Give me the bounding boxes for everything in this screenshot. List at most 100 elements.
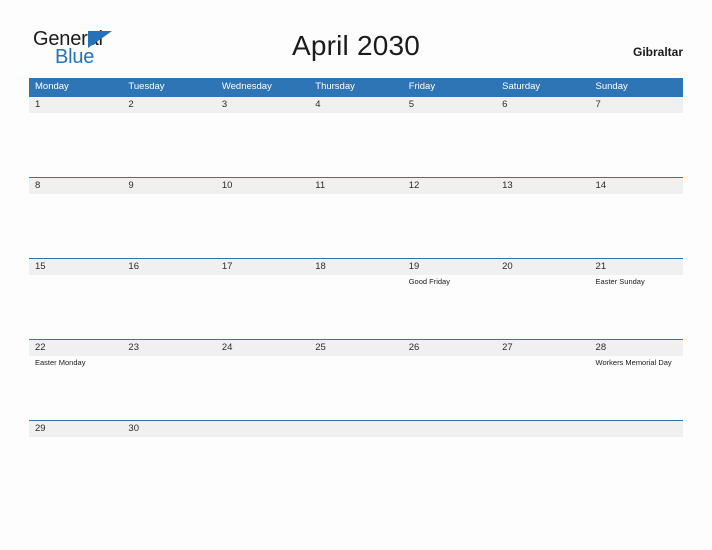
day-cell[interactable] <box>216 113 309 177</box>
day-number[interactable]: 14 <box>590 178 683 194</box>
day-cell[interactable] <box>29 437 122 459</box>
calendar-week-row: 15 16 17 18 19 20 21 Good Friday Easter Sunday <box>29 258 683 339</box>
weekday-header-row: Monday Tuesday Wednesday Thursday Friday Satu… <box>29 78 683 96</box>
day-number[interactable]: 26 <box>403 340 496 356</box>
day-cell[interactable]: Workers Memorial Day <box>590 356 683 420</box>
day-number[interactable]: 16 <box>122 259 215 275</box>
day-cell[interactable] <box>496 113 589 177</box>
day-cell[interactable] <box>496 356 589 420</box>
day-cell[interactable]: Good Friday <box>403 275 496 339</box>
day-number[interactable]: 21 <box>590 259 683 275</box>
weekday-header-sunday: Sunday <box>595 81 628 92</box>
day-number[interactable]: 28 <box>590 340 683 356</box>
day-cell[interactable] <box>309 275 402 339</box>
day-events-band <box>29 194 683 258</box>
day-number[interactable]: 25 <box>309 340 402 356</box>
weekday-header-monday: Monday <box>35 81 69 92</box>
day-cell <box>216 437 309 459</box>
country-label: Gibraltar <box>632 45 683 59</box>
day-number[interactable]: 29 <box>29 421 122 437</box>
day-number[interactable]: 24 <box>216 340 309 356</box>
calendar-page: General Blue April 2030 Gibraltar Monday… <box>0 0 712 550</box>
day-events-band: Easter Monday Workers Memorial Day <box>29 356 683 420</box>
day-number[interactable]: 17 <box>216 259 309 275</box>
day-cell[interactable] <box>403 194 496 258</box>
day-cell[interactable] <box>309 356 402 420</box>
calendar-weeks: 1 2 3 4 5 6 7 8 9 10 11 12 13 14 15 16 17 18 19 20 21 Good Fr… <box>29 96 683 459</box>
day-cell <box>403 437 496 459</box>
day-cell[interactable] <box>216 356 309 420</box>
calendar-grid: Monday Tuesday Wednesday Thursday Friday Satu… <box>29 78 683 459</box>
day-number[interactable]: 4 <box>309 97 402 113</box>
day-number-band: 1234567 <box>29 97 683 113</box>
day-number[interactable]: 11 <box>309 178 402 194</box>
holiday-event-label: Workers Memorial Day <box>595 358 672 367</box>
holiday-event-label: Easter Sunday <box>595 277 645 286</box>
day-cell[interactable] <box>29 113 122 177</box>
day-number-empty <box>309 421 402 437</box>
day-cell[interactable] <box>309 113 402 177</box>
day-cell <box>590 437 683 459</box>
day-number[interactable]: 27 <box>496 340 589 356</box>
day-number[interactable]: 10 <box>216 178 309 194</box>
day-cell[interactable] <box>590 113 683 177</box>
day-number[interactable]: 13 <box>496 178 589 194</box>
day-events-band <box>29 113 683 177</box>
day-cell[interactable]: Easter Sunday <box>590 275 683 339</box>
day-number-empty <box>216 421 309 437</box>
day-cell[interactable] <box>590 194 683 258</box>
day-cell[interactable] <box>29 275 122 339</box>
day-number-band: 29 30 <box>29 421 683 437</box>
day-cell <box>496 437 589 459</box>
day-number[interactable]: 6 <box>496 97 589 113</box>
day-events-band <box>29 437 683 459</box>
day-cell[interactable] <box>403 356 496 420</box>
day-cell[interactable] <box>122 275 215 339</box>
day-number[interactable]: 7 <box>590 97 683 113</box>
weekday-header-thursday: Thursday <box>315 81 355 92</box>
day-number-band: 8 9 10 11 12 13 14 <box>29 178 683 194</box>
day-cell[interactable] <box>122 437 215 459</box>
day-number[interactable]: 15 <box>29 259 122 275</box>
day-number-empty <box>590 421 683 437</box>
day-number[interactable]: 19 <box>403 259 496 275</box>
day-number[interactable]: 18 <box>309 259 402 275</box>
day-number-empty <box>403 421 496 437</box>
day-cell[interactable] <box>496 194 589 258</box>
day-number[interactable]: 22 <box>29 340 122 356</box>
weekday-header-saturday: Saturday <box>502 81 541 92</box>
day-number[interactable]: 9 <box>122 178 215 194</box>
day-number[interactable]: 1 <box>29 97 122 113</box>
day-number[interactable]: 8 <box>29 178 122 194</box>
day-number-empty <box>496 421 589 437</box>
day-cell[interactable] <box>122 194 215 258</box>
day-events-band: Good Friday Easter Sunday <box>29 275 683 339</box>
day-cell[interactable] <box>122 113 215 177</box>
day-cell[interactable] <box>309 194 402 258</box>
weekday-header-wednesday: Wednesday <box>221 81 272 92</box>
calendar-week-row: 1234567 <box>29 96 683 177</box>
day-cell[interactable] <box>216 194 309 258</box>
day-number-band: 15 16 17 18 19 20 21 <box>29 259 683 275</box>
page-title: April 2030 <box>291 30 421 61</box>
day-cell[interactable] <box>496 275 589 339</box>
page-header: General Blue April 2030 Gibraltar <box>0 0 712 78</box>
day-number[interactable]: 12 <box>403 178 496 194</box>
day-number[interactable]: 20 <box>496 259 589 275</box>
day-cell[interactable] <box>122 356 215 420</box>
day-number[interactable]: 30 <box>122 421 215 437</box>
day-number[interactable]: 3 <box>216 97 309 113</box>
day-number-band: 22 23 24 25 26 27 28 <box>29 340 683 356</box>
day-cell[interactable] <box>403 113 496 177</box>
weekday-header-tuesday: Tuesday <box>128 81 165 92</box>
calendar-week-row: 22 23 24 25 26 27 28 Easter Monday Workers Memor… <box>29 339 683 420</box>
day-number[interactable]: 5 <box>403 97 496 113</box>
day-cell[interactable]: Easter Monday <box>29 356 122 420</box>
holiday-event-label: Good Friday <box>408 277 450 286</box>
day-cell[interactable] <box>29 194 122 258</box>
day-number[interactable]: 23 <box>122 340 215 356</box>
day-cell[interactable] <box>216 275 309 339</box>
holiday-event-label: Easter Monday <box>35 358 86 367</box>
day-number[interactable]: 2 <box>122 97 215 113</box>
calendar-week-row: 8 9 10 11 12 13 14 <box>29 177 683 258</box>
